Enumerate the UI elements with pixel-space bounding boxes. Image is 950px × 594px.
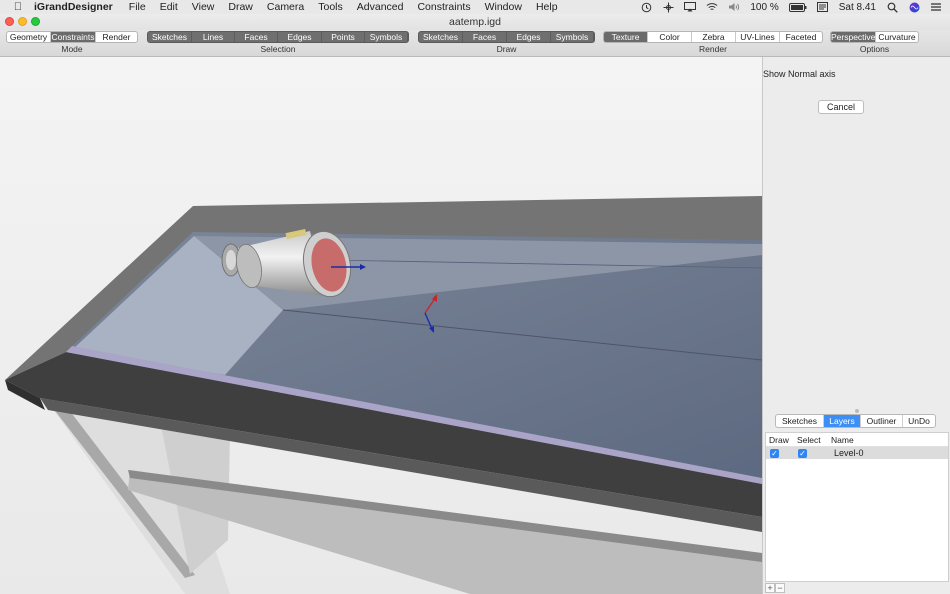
selection-faces-button[interactable]: Faces [235, 32, 278, 42]
selection-label: Selection [260, 44, 296, 54]
battery-percent: 100 % [750, 1, 779, 13]
clock[interactable]: Sat 8.41 [839, 2, 876, 13]
prompt-text: Show Normal axis [763, 69, 836, 79]
panel-tabs: Sketches Layers Outliner UnDo [775, 414, 936, 428]
column-name[interactable]: Name [828, 433, 948, 446]
properties-panel: Show Normal axis Cancel Sketches Layers … [762, 57, 950, 594]
apple-icon[interactable]:  [6, 1, 30, 13]
menu-camera[interactable]: Camera [267, 1, 304, 13]
menu-help[interactable]: Help [536, 1, 558, 13]
time-machine-icon[interactable] [640, 2, 652, 12]
move-icon[interactable] [662, 2, 674, 12]
wifi-icon[interactable] [706, 2, 718, 12]
options-label: Options [859, 44, 890, 54]
cancel-button[interactable]: Cancel [818, 100, 864, 114]
scene-canvas[interactable] [0, 57, 762, 594]
cylinder-knob-face [226, 250, 236, 270]
window-title-bar: aatemp.igd [0, 14, 950, 30]
render-zebra-button[interactable]: Zebra [692, 32, 736, 42]
menu-file[interactable]: File [129, 1, 146, 13]
mode-geometry-button[interactable]: Geometry [7, 32, 51, 42]
mode-constraints-button[interactable]: Constraints [51, 32, 96, 42]
volume-icon[interactable] [728, 2, 740, 12]
mode-render-button[interactable]: Render [96, 32, 137, 42]
menu-constraints[interactable]: Constraints [417, 1, 470, 13]
render-segmented-control: Texture Color Zebra UV-Lines Faceted [603, 31, 823, 43]
selection-group: Sketches Lines Faces Edges Points Symbol… [147, 31, 409, 54]
3d-viewport[interactable] [0, 57, 762, 594]
layer-draw-checkbox[interactable]: ✓ [770, 449, 779, 458]
table-row[interactable]: ✓ ✓ Level-0 [766, 447, 948, 459]
selection-sketches-button[interactable]: Sketches [148, 32, 192, 42]
tab-layers[interactable]: Layers [824, 415, 861, 427]
toolbar: Geometry Constraints Render Mode Sketche… [0, 30, 950, 57]
layer-select-checkbox[interactable]: ✓ [798, 449, 807, 458]
menu-edit[interactable]: Edit [160, 1, 178, 13]
menu-window[interactable]: Window [485, 1, 522, 13]
layer-name[interactable]: Level-0 [828, 447, 948, 459]
remove-layer-button[interactable]: − [775, 583, 785, 593]
render-faceted-button[interactable]: Faceted [780, 32, 822, 42]
add-layer-button[interactable]: + [765, 583, 775, 593]
render-label: Render [699, 44, 727, 54]
splitter-handle[interactable] [855, 409, 859, 413]
zoom-window-button[interactable] [31, 17, 40, 26]
mode-label: Mode [61, 44, 83, 54]
selection-symbols-button[interactable]: Symbols [365, 32, 408, 42]
render-group: Texture Color Zebra UV-Lines Faceted Ren… [603, 31, 823, 54]
render-texture-button[interactable]: Texture [604, 32, 648, 42]
layer-add-remove: + − [765, 583, 785, 593]
selection-points-button[interactable]: Points [322, 32, 365, 42]
menu-tools[interactable]: Tools [318, 1, 343, 13]
column-draw[interactable]: Draw [766, 433, 794, 446]
tab-undo[interactable]: UnDo [903, 415, 935, 427]
menu-view[interactable]: View [192, 1, 215, 13]
menu-advanced[interactable]: Advanced [357, 1, 404, 13]
airplay-icon[interactable] [684, 2, 697, 12]
column-select[interactable]: Select [794, 433, 828, 446]
siri-icon[interactable] [908, 2, 920, 12]
draw-group: Sketches Faces Edges Symbols Draw [418, 31, 595, 54]
status-area: 100 % Sat 8.41 [640, 0, 942, 14]
mode-segmented-control: Geometry Constraints Render [6, 31, 138, 43]
selection-lines-button[interactable]: Lines [192, 32, 235, 42]
draw-segmented-control: Sketches Faces Edges Symbols [418, 31, 595, 43]
layers-table: Draw Select Name ✓ ✓ Level-0 [765, 432, 949, 582]
draw-sketches-button[interactable]: Sketches [419, 32, 463, 42]
render-color-button[interactable]: Color [648, 32, 692, 42]
option-perspective-button[interactable]: Perspective [831, 32, 876, 42]
render-uv-lines-button[interactable]: UV-Lines [736, 32, 780, 42]
draw-faces-button[interactable]: Faces [463, 32, 507, 42]
tab-sketches[interactable]: Sketches [776, 415, 824, 427]
minimize-window-button[interactable] [18, 17, 27, 26]
battery-icon[interactable] [788, 2, 807, 12]
window-title: aatemp.igd [449, 16, 501, 28]
option-curvature-button[interactable]: Curvature [876, 32, 918, 42]
selection-edges-button[interactable]: Edges [278, 32, 322, 42]
menu-draw[interactable]: Draw [228, 1, 253, 13]
mode-group: Geometry Constraints Render Mode [6, 31, 138, 54]
draw-label: Draw [496, 44, 517, 54]
notification-icon[interactable] [817, 2, 829, 12]
selection-segmented-control: Sketches Lines Faces Edges Points Symbol… [147, 31, 409, 43]
tab-outliner[interactable]: Outliner [861, 415, 903, 427]
app-menu[interactable]: iGrandDesigner [34, 1, 113, 13]
menu-list-icon[interactable] [930, 2, 942, 12]
spotlight-search-icon[interactable] [886, 2, 898, 13]
layers-table-header: Draw Select Name [766, 433, 948, 447]
options-segmented-control: Perspective Curvature [830, 31, 919, 43]
menu-bar:  iGrandDesigner File Edit View Draw Cam… [0, 0, 950, 14]
draw-symbols-button[interactable]: Symbols [551, 32, 594, 42]
close-window-button[interactable] [5, 17, 14, 26]
options-group: Perspective Curvature Options [830, 31, 919, 54]
draw-edges-button[interactable]: Edges [507, 32, 551, 42]
